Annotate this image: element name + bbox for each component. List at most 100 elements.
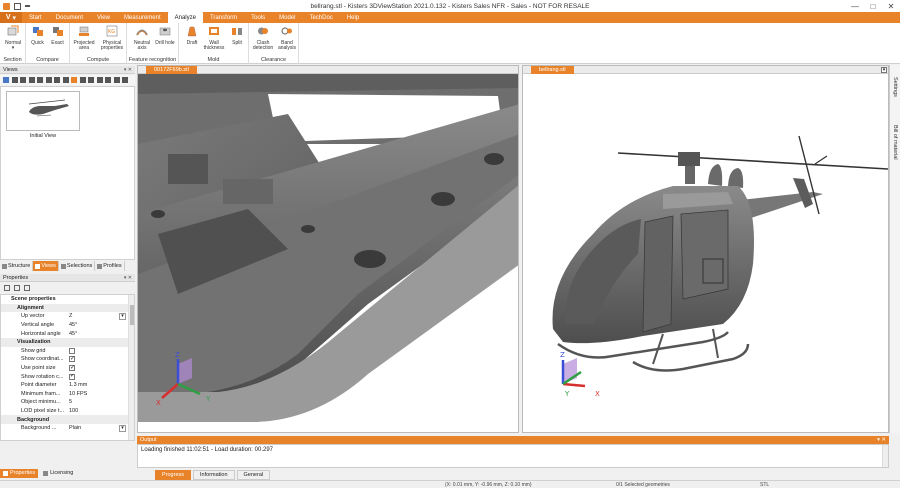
property-value[interactable]: 45° bbox=[65, 322, 134, 328]
property-value[interactable]: 10 FPS bbox=[65, 391, 134, 397]
tab-analyze[interactable]: Analyze bbox=[167, 12, 203, 23]
property-group[interactable]: Background bbox=[1, 415, 134, 424]
property-group[interactable]: Visualization bbox=[1, 337, 134, 347]
view-top-icon[interactable] bbox=[54, 77, 60, 83]
properties-sort-icon[interactable] bbox=[14, 285, 20, 291]
view-front-icon[interactable] bbox=[20, 77, 26, 83]
viewport-right-tab[interactable]: bellrang.stl bbox=[531, 66, 574, 74]
property-value[interactable]: 100 bbox=[65, 408, 134, 414]
app-menu-button[interactable]: V ▾ bbox=[0, 12, 22, 23]
settings-side-tab[interactable]: Settings bbox=[892, 77, 898, 97]
viewport-right[interactable]: bellrang.stl ▾ Z X Y bbox=[522, 65, 889, 433]
use-point-size-checkbox[interactable] bbox=[69, 365, 75, 372]
viewport-left[interactable]: 00172F69b.stl Z X Y bbox=[137, 65, 519, 433]
save-icon[interactable] bbox=[14, 2, 21, 10]
viewport-menu-icon[interactable]: ▾ bbox=[881, 67, 887, 73]
wall-thickness-button[interactable]: Wall thickness bbox=[202, 25, 226, 52]
output-panel-controls[interactable]: ▾ ✕ bbox=[877, 437, 886, 443]
minimize-button[interactable]: — bbox=[846, 2, 864, 11]
compare-quick-button[interactable]: Quick bbox=[28, 25, 47, 46]
property-value[interactable]: Plain ▾ bbox=[65, 424, 134, 432]
tab-start[interactable]: Start bbox=[22, 12, 49, 23]
property-row[interactable]: Show coordinat... bbox=[1, 355, 134, 364]
frame-model-view[interactable]: Z X Y bbox=[138, 74, 519, 433]
view-right-icon[interactable] bbox=[45, 77, 52, 83]
property-group[interactable]: Alignment bbox=[1, 303, 134, 313]
chevron-down-icon[interactable]: ▾ bbox=[119, 312, 126, 320]
view-export-icon[interactable] bbox=[113, 77, 120, 83]
tab-model[interactable]: Model bbox=[272, 12, 302, 23]
property-row[interactable]: Show grid bbox=[1, 347, 134, 356]
property-row[interactable]: Point diameter 1.3 mm bbox=[1, 381, 134, 390]
maximize-button[interactable]: □ bbox=[864, 2, 882, 11]
properties-filter-icon[interactable] bbox=[24, 285, 30, 291]
property-row[interactable]: Use point size bbox=[1, 364, 134, 373]
tab-properties[interactable]: Properties bbox=[0, 468, 39, 478]
show-rotation-center-checkbox[interactable] bbox=[69, 373, 75, 380]
properties-scrollbar[interactable] bbox=[128, 295, 134, 440]
property-row[interactable]: Minimum fram... 10 FPS bbox=[1, 390, 134, 399]
view-bottom-icon[interactable] bbox=[62, 77, 69, 83]
view-thumbnail[interactable] bbox=[6, 91, 80, 131]
view-zoom-icon[interactable] bbox=[79, 77, 86, 83]
band-analysis-button[interactable]: Band analysis bbox=[275, 25, 299, 52]
tab-measurement[interactable]: Measurement bbox=[117, 12, 168, 23]
properties-copy-icon[interactable] bbox=[4, 285, 10, 291]
close-button[interactable]: ✕ bbox=[882, 2, 900, 11]
tab-techdoc[interactable]: TechDoc bbox=[302, 12, 339, 23]
view-delete-icon[interactable] bbox=[96, 77, 103, 83]
projected-area-button[interactable]: Projected area bbox=[71, 25, 97, 52]
tab-document[interactable]: Document bbox=[49, 12, 90, 23]
output-scrollbar[interactable] bbox=[882, 445, 888, 467]
show-coordinate-system-checkbox[interactable] bbox=[69, 356, 75, 363]
property-row[interactable]: Vertical angle 45° bbox=[1, 321, 134, 330]
tab-view[interactable]: View bbox=[90, 12, 117, 23]
tab-tools[interactable]: Tools bbox=[244, 12, 272, 23]
tab-structure[interactable]: Structure bbox=[0, 261, 34, 271]
compare-exact-button[interactable]: Exact bbox=[48, 25, 67, 46]
view-add-icon[interactable] bbox=[88, 77, 94, 83]
split-button[interactable]: Split bbox=[227, 25, 247, 46]
property-row[interactable]: Show rotation c... bbox=[1, 372, 134, 381]
view-fit-icon[interactable] bbox=[71, 77, 77, 83]
property-value[interactable]: Z ▾ bbox=[65, 312, 134, 320]
property-row[interactable]: Object minimu... 5 bbox=[1, 398, 134, 407]
property-row[interactable]: Background ... Plain ▾ bbox=[1, 424, 134, 433]
chevron-down-icon[interactable]: ▾ bbox=[119, 424, 126, 432]
clash-detection-button[interactable]: Clash detection bbox=[251, 25, 275, 52]
physical-properties-button[interactable]: KG Physical properties bbox=[98, 25, 126, 52]
tab-selections[interactable]: Selections bbox=[59, 261, 96, 271]
tab-general[interactable]: General bbox=[236, 470, 271, 480]
view-settings-icon[interactable] bbox=[105, 77, 111, 83]
bill-of-material-side-tab[interactable]: Bill of material bbox=[892, 125, 898, 160]
tab-licensing[interactable]: Licensing bbox=[40, 469, 76, 478]
show-grid-checkbox[interactable] bbox=[69, 347, 75, 354]
drill-hole-button[interactable]: Drill hole bbox=[154, 25, 176, 46]
tab-help[interactable]: Help bbox=[340, 12, 366, 23]
view-more-icon[interactable] bbox=[122, 77, 128, 83]
property-row[interactable]: LOD pixel size t... 100 bbox=[1, 407, 134, 416]
viewport-left-tab[interactable]: 00172F69b.stl bbox=[146, 66, 197, 74]
property-section[interactable]: Scene properties bbox=[1, 295, 134, 304]
property-value[interactable]: 1.3 mm bbox=[65, 382, 134, 388]
properties-panel-controls[interactable]: ▾ ✕ bbox=[124, 275, 132, 281]
view-iso-icon[interactable] bbox=[11, 77, 18, 83]
view-star-icon[interactable] bbox=[3, 77, 9, 83]
section-normal-button[interactable]: Normal ▾ bbox=[2, 25, 24, 52]
view-left-icon[interactable] bbox=[37, 77, 43, 83]
views-panel-controls[interactable]: ▾ ✕ bbox=[124, 67, 132, 73]
properties-scrollbar-thumb[interactable] bbox=[130, 305, 134, 325]
tab-profiles[interactable]: Profiles bbox=[95, 261, 125, 271]
tab-progress[interactable]: Progress bbox=[155, 470, 192, 480]
customize-icon[interactable] bbox=[25, 3, 30, 7]
property-value[interactable]: 45° bbox=[65, 331, 134, 337]
view-back-icon[interactable] bbox=[28, 77, 35, 83]
property-row[interactable]: Up vector Z ▾ bbox=[1, 312, 134, 321]
tab-information[interactable]: Information bbox=[193, 470, 235, 480]
helicopter-model-view[interactable]: Z X Y bbox=[523, 74, 889, 433]
tab-views[interactable]: Views bbox=[33, 261, 59, 271]
neutral-axis-button[interactable]: Neutral axis bbox=[130, 25, 154, 52]
property-value[interactable]: 5 bbox=[65, 399, 134, 405]
property-row[interactable]: Horizontal angle 45° bbox=[1, 329, 134, 338]
tab-transform[interactable]: Transform bbox=[203, 12, 244, 23]
